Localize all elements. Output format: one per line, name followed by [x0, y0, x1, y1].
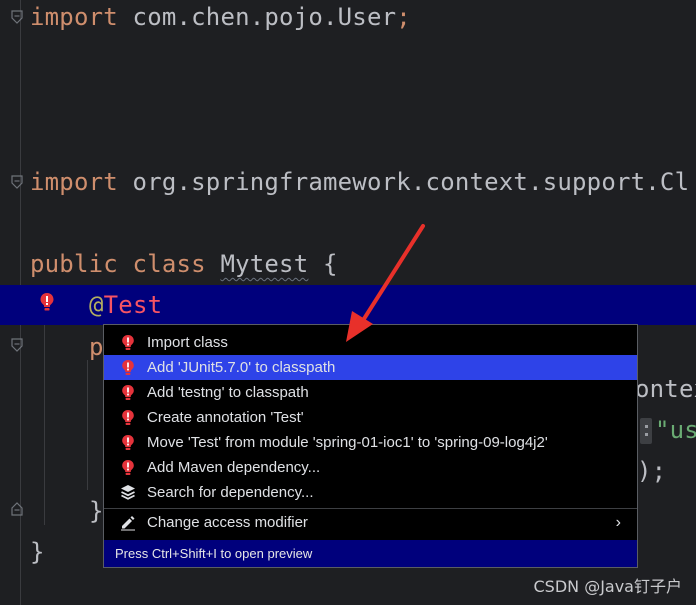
watermark: CSDN @Java钉子户 [533, 577, 682, 596]
menu-item-label: Change access modifier [147, 514, 308, 531]
fold-marker-icon[interactable] [11, 502, 23, 516]
import-path: com.chen.pojo.User [117, 3, 397, 31]
menu-item-add-junit[interactable]: Add 'JUnit5.7.0' to classpath [104, 355, 637, 380]
code-fragment-context: ontex [635, 374, 696, 404]
bulb-red-icon [120, 384, 136, 401]
menu-item-label: Add 'testng' to classpath [147, 384, 309, 401]
code-fragment-string: "us [655, 415, 696, 445]
bulb-red-icon [120, 334, 136, 351]
popup-footer-hint: Press Ctrl+Shift+I to open preview [104, 540, 637, 567]
menu-item-label: Create annotation 'Test' [147, 409, 304, 426]
bulb-red-icon [120, 434, 136, 451]
code-line-annotation[interactable]: @Test [89, 290, 162, 320]
indent-guide [44, 325, 45, 525]
indent-guide [87, 360, 88, 490]
code-line-close-outer[interactable]: } [30, 537, 45, 567]
code-fragment-close: ); [637, 456, 666, 486]
menu-item-create-annotation[interactable]: Create annotation 'Test' [104, 405, 637, 430]
menu-item-search-dependency[interactable]: Search for dependency... [104, 480, 637, 505]
code-line-import-context[interactable]: import org.springframework.context.suppo… [30, 167, 689, 197]
menu-item-add-testng[interactable]: Add 'testng' to classpath [104, 380, 637, 405]
menu-separator [104, 508, 637, 509]
fold-marker-icon[interactable] [11, 175, 23, 189]
intention-actions-popup[interactable]: Import class Add 'JUnit5.7.0' to classpa… [103, 324, 638, 568]
code-line-import-user[interactable]: import com.chen.pojo.User; [30, 2, 411, 32]
annotation-name: Test [103, 291, 163, 319]
brace: } [30, 538, 45, 566]
bulb-red-icon [120, 359, 136, 376]
code-line-method[interactable]: p [89, 332, 104, 362]
class-name: Mytest [220, 250, 309, 278]
menu-item-import-class[interactable]: Import class [104, 330, 637, 355]
menu-item-change-access-modifier[interactable]: Change access modifier › [104, 510, 637, 535]
chevron-right-icon: › [615, 514, 621, 531]
fold-marker-icon[interactable] [11, 338, 23, 352]
menu-item-label: Add 'JUnit5.7.0' to classpath [147, 359, 336, 376]
keyword: p [89, 333, 104, 361]
layers-icon [120, 484, 136, 501]
string-literal: "us [655, 416, 696, 444]
brace: } [89, 497, 104, 525]
keyword: class [117, 250, 221, 278]
keyword: import [30, 168, 118, 196]
menu-item-label: Add Maven dependency... [147, 459, 321, 476]
menu-item-label: Import class [147, 334, 228, 351]
bulb-red-icon [120, 409, 136, 426]
brace: { [308, 250, 338, 278]
code-line-class-decl[interactable]: public class Mytest { [30, 249, 338, 279]
menu-item-label: Move 'Test' from module 'spring-01-ioc1'… [147, 434, 548, 451]
fold-marker-icon[interactable] [11, 10, 23, 24]
keyword: import [30, 3, 118, 31]
menu-item-label: Search for dependency... [147, 484, 314, 501]
code-fragment-text: ontex [635, 375, 696, 403]
menu-item-move-test[interactable]: Move 'Test' from module 'spring-01-ioc1'… [104, 430, 637, 455]
code-fragment-text: ); [637, 457, 667, 485]
keyword: public [30, 250, 118, 278]
error-bulb-icon[interactable] [39, 292, 55, 316]
semicolon: ; [396, 3, 411, 31]
import-path: org.springframework.context.support.Cl [117, 168, 690, 196]
menu-item-add-maven-dependency[interactable]: Add Maven dependency... [104, 455, 637, 480]
param-hint [640, 418, 652, 444]
code-line-close-inner[interactable]: } [89, 496, 104, 526]
pencil-icon [120, 514, 136, 531]
bulb-red-icon [120, 459, 136, 476]
annotation-at: @ [89, 291, 104, 319]
